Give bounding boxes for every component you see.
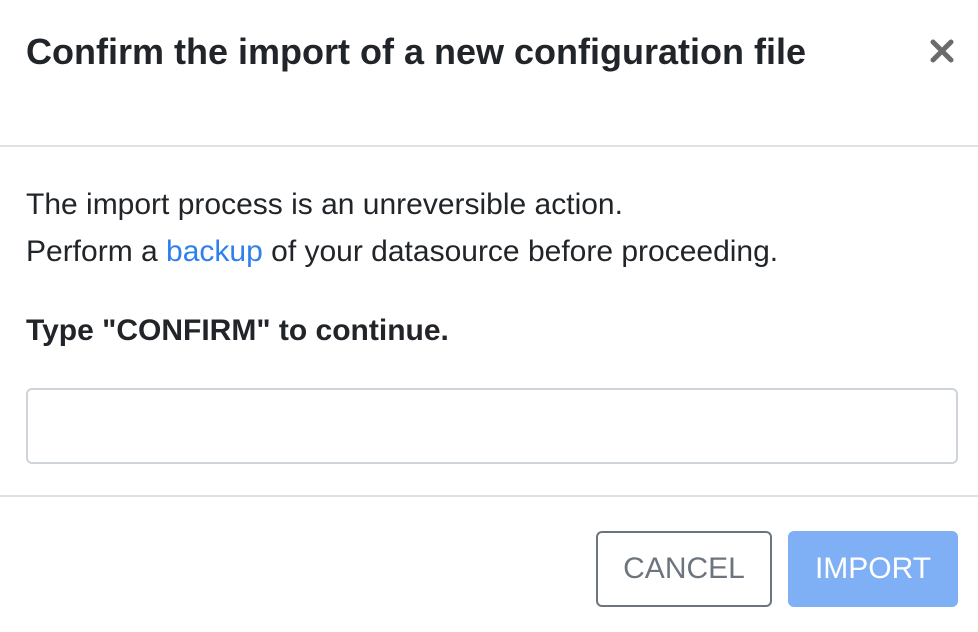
import-button[interactable]: IMPORT [788,531,958,607]
backup-advice-suffix: of your datasource before proceeding. [262,235,779,268]
modal-footer: CANCEL IMPORT [0,495,978,632]
backup-link[interactable]: backup [166,235,263,268]
warning-text: The import process is an unreversible ac… [26,188,623,221]
backup-advice-prefix: Perform a [26,235,167,268]
import-config-modal: Confirm the import of a new configuratio… [0,0,978,632]
modal-body: The import process is an unreversible ac… [0,147,978,496]
confirm-label: Type "CONFIRM" to continue. [26,314,449,347]
close-icon [924,33,960,69]
backup-advice-text: Perform a backup of your datasource befo… [26,232,778,272]
cancel-button[interactable]: CANCEL [596,531,772,607]
modal-header: Confirm the import of a new configuratio… [0,0,978,147]
close-button[interactable] [924,33,960,69]
modal-title: Confirm the import of a new configuratio… [26,31,806,72]
confirm-input[interactable] [26,388,958,464]
